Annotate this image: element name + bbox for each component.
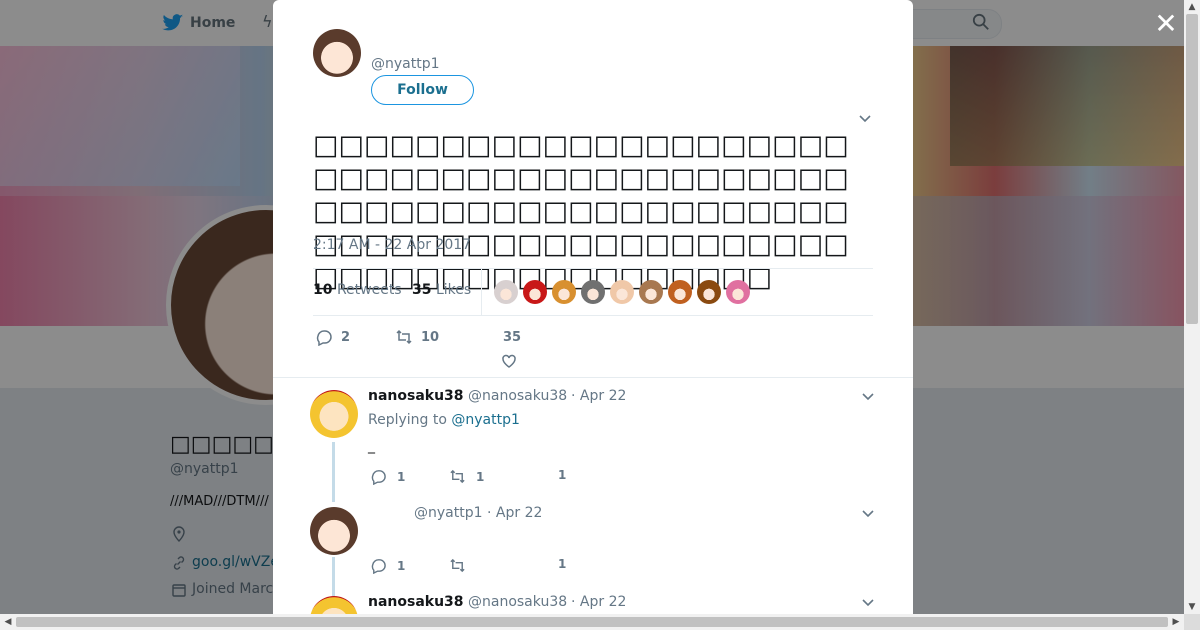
retweet-action[interactable]: 10	[395, 328, 439, 346]
chevron-down-icon[interactable]	[861, 392, 875, 402]
reply-icon	[371, 559, 386, 574]
reply-actions: 1 1	[368, 557, 628, 577]
retweet-icon	[450, 558, 465, 573]
liker-avatar[interactable]	[639, 280, 663, 304]
vertical-scrollbar-thumb[interactable]	[1186, 14, 1198, 324]
heart-icon[interactable]	[500, 352, 518, 370]
retweet-count: 1	[476, 469, 485, 484]
reply-avatar[interactable]	[310, 507, 358, 555]
liker-avatar[interactable]	[494, 280, 518, 304]
reply-author-name[interactable]: nanosaku38	[368, 594, 464, 610]
tweet-stats: 10 Retweets 35 Likes	[313, 268, 873, 316]
tweet-timestamp[interactable]: 2:17 AM - 22 Apr 2017	[313, 237, 471, 253]
author-avatar[interactable]	[313, 29, 361, 77]
replying-to-link[interactable]: @nyattp1	[451, 412, 520, 428]
scroll-right-arrow-icon[interactable]: ▶	[1168, 614, 1184, 630]
like-count-wrap[interactable]: 35	[503, 330, 521, 345]
reply-author-handle[interactable]: @nyattp1	[414, 505, 483, 521]
liker-avatar[interactable]	[697, 280, 721, 304]
reply-author-handle[interactable]: @nanosaku38	[468, 594, 567, 610]
liker-avatar[interactable]	[726, 280, 750, 304]
retweet-icon	[450, 469, 465, 484]
tweet-permalink-modal: @nyattp1 Follow □□□□□□□□□□□□□□□□□□□□□□□□…	[273, 0, 913, 614]
retweets-stat[interactable]: 10 Retweets	[313, 282, 402, 298]
liker-avatar[interactable]	[610, 280, 634, 304]
liker-avatar[interactable]	[581, 280, 605, 304]
replies-list: nanosaku38 @nanosaku38 · Apr 22 Replying…	[273, 377, 913, 614]
reply-action[interactable]: 1	[370, 557, 405, 574]
reply-icon	[371, 470, 386, 485]
reply-count: 1	[397, 469, 406, 484]
scroll-up-arrow-icon[interactable]: ▲	[1184, 0, 1200, 14]
likes-count: 35	[412, 282, 432, 298]
retweet-icon	[396, 329, 412, 345]
liker-avatar[interactable]	[523, 280, 547, 304]
scrollbar-corner	[1184, 614, 1200, 630]
reply-actions: 1 1 1	[368, 468, 628, 488]
retweet-action[interactable]: 1	[449, 468, 484, 485]
chevron-down-icon[interactable]	[861, 598, 875, 608]
reply-icon	[316, 330, 332, 346]
reply-date[interactable]: · Apr 22	[571, 388, 626, 404]
horizontal-scrollbar-thumb[interactable]	[16, 617, 1168, 627]
likes-label: Likes	[435, 282, 472, 298]
follow-button[interactable]: Follow	[371, 75, 474, 105]
retweet-action[interactable]	[449, 557, 476, 574]
replying-to-line: Replying to @nyattp1	[368, 412, 520, 428]
like-count: 35	[503, 330, 522, 345]
author-handle[interactable]: @nyattp1	[371, 56, 440, 72]
reply-count: 2	[341, 329, 351, 345]
chevron-down-icon[interactable]	[858, 114, 872, 124]
reply-avatar[interactable]	[310, 390, 358, 438]
retweet-count: 10	[421, 329, 440, 345]
retweets-count: 10	[313, 282, 333, 298]
liker-avatar[interactable]	[668, 280, 692, 304]
like-action[interactable]: 1	[558, 468, 566, 482]
reply-action[interactable]: 2	[315, 328, 350, 346]
stats-divider	[481, 269, 482, 315]
reply-author-name[interactable]: nanosaku38	[368, 388, 464, 404]
reply-date[interactable]: · Apr 22	[487, 505, 542, 521]
chevron-down-icon[interactable]	[861, 509, 875, 519]
like-count: 1	[558, 557, 567, 571]
like-action[interactable]: 1	[558, 557, 566, 571]
scroll-down-arrow-icon[interactable]: ▼	[1184, 600, 1200, 614]
reply-action[interactable]: 1	[370, 468, 405, 485]
likes-stat[interactable]: 35 Likes	[412, 282, 471, 298]
thread-line	[332, 442, 335, 502]
reply-avatar[interactable]	[310, 596, 358, 614]
reply-author-handle[interactable]: @nanosaku38	[468, 388, 567, 404]
like-count: 1	[558, 468, 567, 482]
reply-text: _	[368, 438, 375, 454]
liker-avatar[interactable]	[552, 280, 576, 304]
scroll-left-arrow-icon[interactable]: ◀	[0, 614, 16, 630]
retweets-label: Retweets	[336, 282, 402, 298]
reply-date[interactable]: · Apr 22	[571, 594, 626, 610]
reply-count: 1	[397, 558, 406, 573]
replying-to-prefix: Replying to	[368, 412, 447, 428]
close-icon[interactable]: ✕	[1154, 10, 1178, 38]
tweet-actions: 2 10 35	[313, 326, 873, 374]
